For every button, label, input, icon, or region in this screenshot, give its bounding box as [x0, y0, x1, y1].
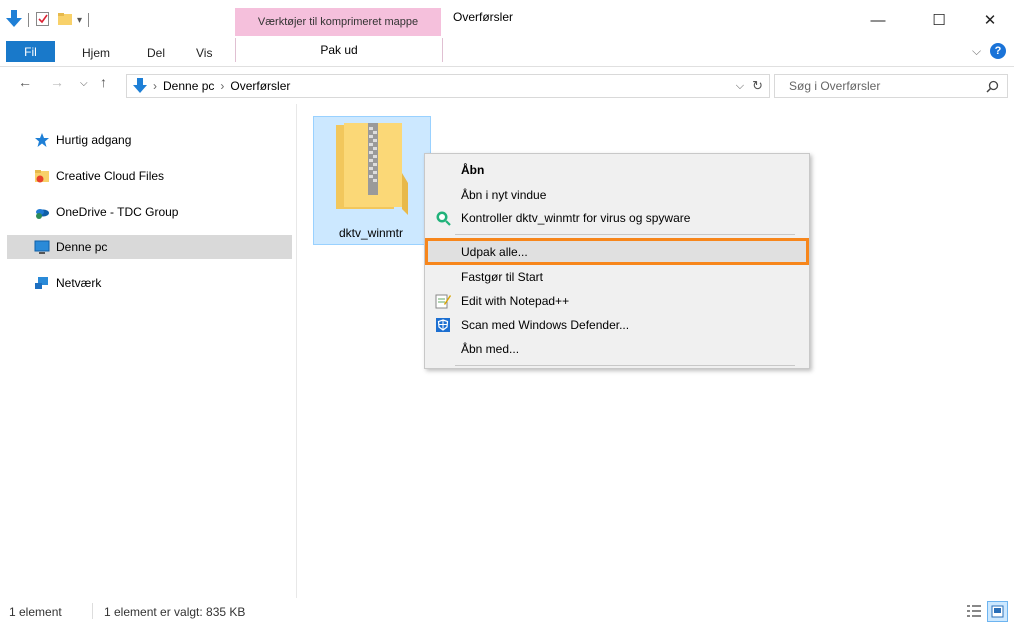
- nav-item-label: OneDrive - TDC Group: [56, 205, 179, 219]
- nav-item-onedrive[interactable]: OneDrive - TDC Group: [7, 200, 292, 224]
- up-arrow-icon[interactable]: ↑: [100, 74, 107, 90]
- contextual-tab-header: Værktøjer til komprimeret mappe: [235, 8, 441, 36]
- properties-icon[interactable]: [35, 11, 51, 30]
- nav-item-creative-cloud-files[interactable]: Creative Cloud Files: [7, 164, 292, 188]
- selection-info: 1 element er valgt: 835 KB: [104, 605, 246, 619]
- menu-item-open-with[interactable]: Åbn med...: [425, 338, 809, 360]
- minimize-button[interactable]: —: [857, 6, 899, 34]
- tab-fil[interactable]: Fil: [6, 41, 55, 62]
- zip-folder-icon: [336, 123, 408, 215]
- back-arrow-icon[interactable]: ←: [18, 74, 32, 90]
- notepad-plus-plus-icon: [435, 293, 451, 309]
- recent-locations-chevron-icon[interactable]: ⌵: [80, 78, 88, 89]
- menu-item-edit-notepad-plus-plus[interactable]: Edit with Notepad++: [425, 290, 809, 312]
- network-icon: [34, 275, 50, 291]
- virus-scan-icon: [435, 210, 451, 226]
- windows-defender-icon: [435, 317, 451, 333]
- address-bar[interactable]: › Denne pc › Overførsler ⌵ ↻: [126, 74, 770, 98]
- status-separator: [92, 603, 93, 619]
- search-input[interactable]: Søg i Overførsler: [789, 79, 986, 93]
- menu-item-extract-all[interactable]: Udpak alle...: [425, 238, 809, 265]
- nav-item-label: Creative Cloud Files: [56, 169, 165, 183]
- window-title: Overførsler: [453, 10, 513, 24]
- star-icon: [34, 132, 50, 148]
- navigation-pane: Hurtig adgang Creative Cloud Files OneDr…: [0, 104, 297, 598]
- menu-item-virus-scan[interactable]: Kontroller dktv_winmtr for virus og spyw…: [425, 207, 809, 229]
- tab-hjem[interactable]: Hjem: [82, 46, 110, 60]
- download-arrow-icon: [6, 9, 22, 31]
- nav-item-label: Hurtig adgang: [56, 133, 132, 147]
- breadcrumb-item-overforsler[interactable]: Overførsler: [230, 79, 290, 93]
- maximize-icon: ☐: [932, 12, 946, 29]
- forward-arrow-icon[interactable]: →: [50, 74, 64, 90]
- collapse-ribbon-icon[interactable]: ⌵: [972, 44, 981, 59]
- file-name-label: dktv_winmtr: [338, 226, 403, 240]
- downloads-location-icon: [133, 78, 147, 94]
- toolbar-separator: [28, 13, 29, 27]
- address-dropdown-icon[interactable]: ⌵: [736, 80, 744, 93]
- computer-icon: [34, 239, 50, 255]
- menu-item-open[interactable]: Åbn: [425, 159, 809, 181]
- minimize-icon: —: [870, 11, 886, 29]
- close-button[interactable]: ✕: [969, 6, 1011, 34]
- context-menu: Åbn Åbn i nyt vindue Kontroller dktv_win…: [424, 153, 810, 369]
- toolbar-separator: [88, 13, 90, 27]
- large-icons-view-icon[interactable]: [987, 601, 1008, 622]
- refresh-icon[interactable]: ↻: [752, 78, 763, 94]
- search-box[interactable]: Søg i Overførsler: [774, 74, 1008, 98]
- search-icon[interactable]: [986, 80, 999, 93]
- nav-item-hurtig-adgang[interactable]: Hurtig adgang: [7, 128, 292, 152]
- menu-separator: [455, 365, 795, 366]
- creative-cloud-folder-icon: [34, 168, 50, 184]
- menu-item-open-new-window[interactable]: Åbn i nyt vindue: [425, 184, 809, 206]
- status-bar: 1 element 1 element er valgt: 835 KB: [0, 598, 1014, 624]
- nav-item-label: Netværk: [56, 276, 102, 290]
- menu-separator: [455, 234, 795, 235]
- quick-access-toolbar: ▾: [6, 9, 95, 31]
- details-view-icon[interactable]: [966, 603, 982, 619]
- item-count: 1 element: [9, 605, 62, 619]
- maximize-button[interactable]: ☐: [918, 6, 960, 34]
- tab-del[interactable]: Del: [147, 46, 165, 60]
- onedrive-icon: [34, 204, 50, 220]
- breadcrumb-separator: ›: [153, 79, 157, 93]
- close-icon: ✕: [983, 12, 997, 29]
- menu-item-windows-defender[interactable]: Scan med Windows Defender...: [425, 314, 809, 336]
- menu-item-pin-to-start[interactable]: Fastgør til Start: [425, 266, 809, 288]
- customize-toolbar-icon[interactable]: ▾: [77, 15, 82, 26]
- new-folder-icon[interactable]: [57, 11, 73, 30]
- nav-item-denne-pc[interactable]: Denne pc: [7, 235, 292, 259]
- breadcrumb-item-denne-pc[interactable]: Denne pc: [163, 79, 214, 93]
- tab-pak-ud[interactable]: Pak ud: [235, 38, 443, 62]
- tab-vis[interactable]: Vis: [196, 46, 212, 60]
- breadcrumb-separator: ›: [220, 79, 225, 93]
- nav-item-label: Denne pc: [56, 240, 108, 254]
- help-icon[interactable]: ?: [990, 43, 1006, 59]
- nav-item-netvaerk[interactable]: Netværk: [7, 271, 292, 295]
